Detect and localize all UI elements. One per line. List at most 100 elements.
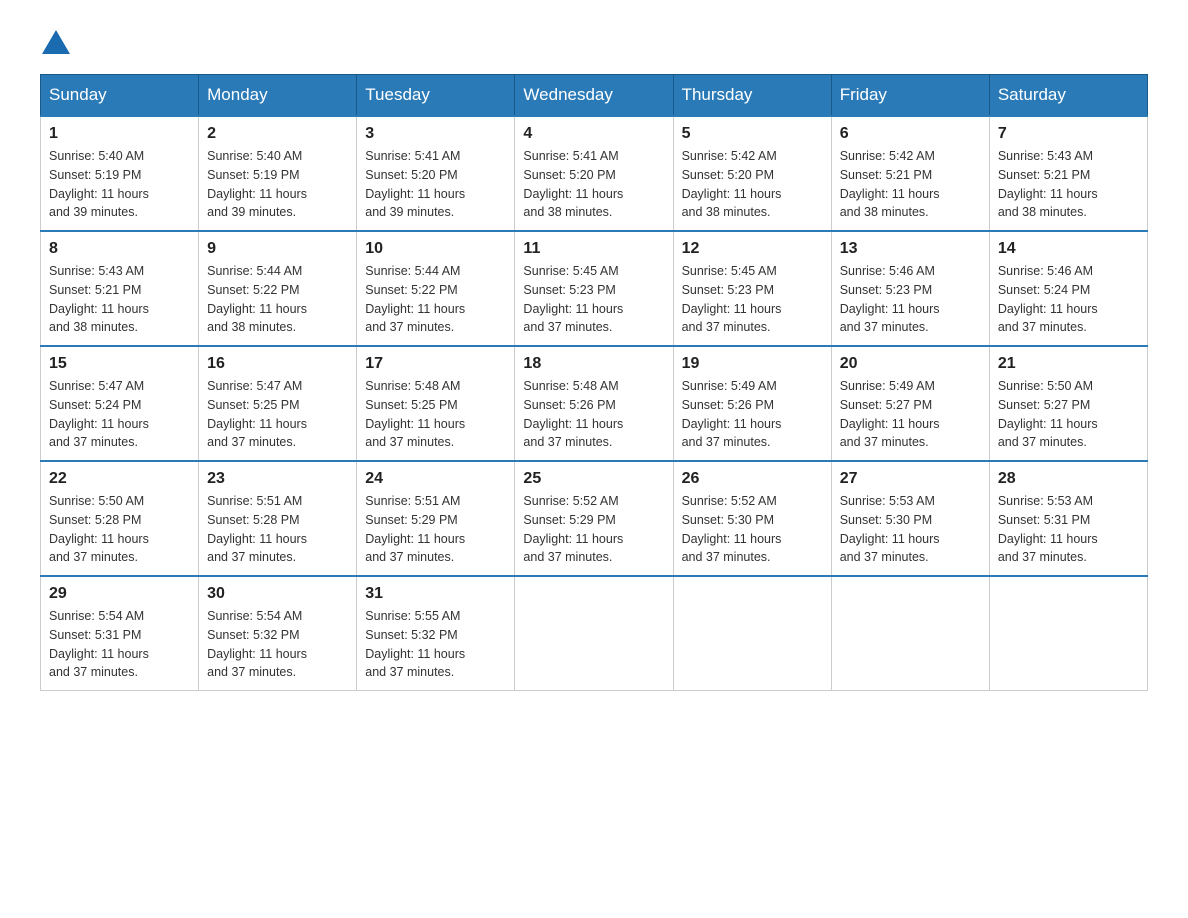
day-number: 12 <box>682 240 823 258</box>
day-number: 11 <box>523 240 664 258</box>
calendar-cell <box>989 576 1147 691</box>
calendar-cell: 13 Sunrise: 5:46 AM Sunset: 5:23 PM Dayl… <box>831 231 989 346</box>
day-number: 14 <box>998 240 1139 258</box>
calendar-cell: 2 Sunrise: 5:40 AM Sunset: 5:19 PM Dayli… <box>199 116 357 231</box>
calendar-cell: 14 Sunrise: 5:46 AM Sunset: 5:24 PM Dayl… <box>989 231 1147 346</box>
page-header <box>40 30 1148 54</box>
day-info: Sunrise: 5:45 AM Sunset: 5:23 PM Dayligh… <box>523 262 664 337</box>
calendar-cell: 1 Sunrise: 5:40 AM Sunset: 5:19 PM Dayli… <box>41 116 199 231</box>
calendar-week-row: 22 Sunrise: 5:50 AM Sunset: 5:28 PM Dayl… <box>41 461 1148 576</box>
calendar-cell: 15 Sunrise: 5:47 AM Sunset: 5:24 PM Dayl… <box>41 346 199 461</box>
day-info: Sunrise: 5:51 AM Sunset: 5:28 PM Dayligh… <box>207 492 348 567</box>
day-info: Sunrise: 5:44 AM Sunset: 5:22 PM Dayligh… <box>365 262 506 337</box>
calendar-cell: 22 Sunrise: 5:50 AM Sunset: 5:28 PM Dayl… <box>41 461 199 576</box>
logo <box>40 30 72 54</box>
day-info: Sunrise: 5:49 AM Sunset: 5:27 PM Dayligh… <box>840 377 981 452</box>
day-number: 16 <box>207 355 348 373</box>
day-number: 20 <box>840 355 981 373</box>
day-info: Sunrise: 5:53 AM Sunset: 5:30 PM Dayligh… <box>840 492 981 567</box>
calendar-cell: 9 Sunrise: 5:44 AM Sunset: 5:22 PM Dayli… <box>199 231 357 346</box>
calendar-cell: 3 Sunrise: 5:41 AM Sunset: 5:20 PM Dayli… <box>357 116 515 231</box>
day-info: Sunrise: 5:41 AM Sunset: 5:20 PM Dayligh… <box>365 147 506 222</box>
day-info: Sunrise: 5:48 AM Sunset: 5:25 PM Dayligh… <box>365 377 506 452</box>
day-number: 4 <box>523 125 664 143</box>
day-number: 23 <box>207 470 348 488</box>
day-number: 31 <box>365 585 506 603</box>
day-info: Sunrise: 5:43 AM Sunset: 5:21 PM Dayligh… <box>998 147 1139 222</box>
day-number: 28 <box>998 470 1139 488</box>
col-header-saturday: Saturday <box>989 75 1147 117</box>
calendar-cell: 4 Sunrise: 5:41 AM Sunset: 5:20 PM Dayli… <box>515 116 673 231</box>
calendar-header-row: SundayMondayTuesdayWednesdayThursdayFrid… <box>41 75 1148 117</box>
day-number: 13 <box>840 240 981 258</box>
calendar-week-row: 1 Sunrise: 5:40 AM Sunset: 5:19 PM Dayli… <box>41 116 1148 231</box>
calendar-cell: 19 Sunrise: 5:49 AM Sunset: 5:26 PM Dayl… <box>673 346 831 461</box>
day-number: 2 <box>207 125 348 143</box>
day-info: Sunrise: 5:54 AM Sunset: 5:32 PM Dayligh… <box>207 607 348 682</box>
calendar-cell <box>515 576 673 691</box>
calendar-cell <box>673 576 831 691</box>
calendar-table: SundayMondayTuesdayWednesdayThursdayFrid… <box>40 74 1148 691</box>
day-number: 6 <box>840 125 981 143</box>
col-header-wednesday: Wednesday <box>515 75 673 117</box>
calendar-cell: 26 Sunrise: 5:52 AM Sunset: 5:30 PM Dayl… <box>673 461 831 576</box>
day-info: Sunrise: 5:41 AM Sunset: 5:20 PM Dayligh… <box>523 147 664 222</box>
day-info: Sunrise: 5:54 AM Sunset: 5:31 PM Dayligh… <box>49 607 190 682</box>
day-info: Sunrise: 5:49 AM Sunset: 5:26 PM Dayligh… <box>682 377 823 452</box>
calendar-cell: 29 Sunrise: 5:54 AM Sunset: 5:31 PM Dayl… <box>41 576 199 691</box>
calendar-cell: 27 Sunrise: 5:53 AM Sunset: 5:30 PM Dayl… <box>831 461 989 576</box>
day-info: Sunrise: 5:42 AM Sunset: 5:21 PM Dayligh… <box>840 147 981 222</box>
day-info: Sunrise: 5:46 AM Sunset: 5:24 PM Dayligh… <box>998 262 1139 337</box>
day-number: 17 <box>365 355 506 373</box>
day-number: 18 <box>523 355 664 373</box>
calendar-week-row: 15 Sunrise: 5:47 AM Sunset: 5:24 PM Dayl… <box>41 346 1148 461</box>
day-info: Sunrise: 5:47 AM Sunset: 5:24 PM Dayligh… <box>49 377 190 452</box>
calendar-cell: 8 Sunrise: 5:43 AM Sunset: 5:21 PM Dayli… <box>41 231 199 346</box>
day-info: Sunrise: 5:45 AM Sunset: 5:23 PM Dayligh… <box>682 262 823 337</box>
calendar-cell: 30 Sunrise: 5:54 AM Sunset: 5:32 PM Dayl… <box>199 576 357 691</box>
day-info: Sunrise: 5:47 AM Sunset: 5:25 PM Dayligh… <box>207 377 348 452</box>
calendar-cell: 6 Sunrise: 5:42 AM Sunset: 5:21 PM Dayli… <box>831 116 989 231</box>
day-number: 9 <box>207 240 348 258</box>
day-number: 3 <box>365 125 506 143</box>
day-number: 1 <box>49 125 190 143</box>
logo-triangle-icon <box>42 30 70 54</box>
calendar-cell: 7 Sunrise: 5:43 AM Sunset: 5:21 PM Dayli… <box>989 116 1147 231</box>
calendar-cell: 28 Sunrise: 5:53 AM Sunset: 5:31 PM Dayl… <box>989 461 1147 576</box>
calendar-cell: 21 Sunrise: 5:50 AM Sunset: 5:27 PM Dayl… <box>989 346 1147 461</box>
day-info: Sunrise: 5:44 AM Sunset: 5:22 PM Dayligh… <box>207 262 348 337</box>
calendar-cell <box>831 576 989 691</box>
day-info: Sunrise: 5:53 AM Sunset: 5:31 PM Dayligh… <box>998 492 1139 567</box>
day-info: Sunrise: 5:43 AM Sunset: 5:21 PM Dayligh… <box>49 262 190 337</box>
day-number: 24 <box>365 470 506 488</box>
calendar-cell: 24 Sunrise: 5:51 AM Sunset: 5:29 PM Dayl… <box>357 461 515 576</box>
day-number: 10 <box>365 240 506 258</box>
calendar-cell: 23 Sunrise: 5:51 AM Sunset: 5:28 PM Dayl… <box>199 461 357 576</box>
calendar-cell: 10 Sunrise: 5:44 AM Sunset: 5:22 PM Dayl… <box>357 231 515 346</box>
day-number: 7 <box>998 125 1139 143</box>
day-number: 30 <box>207 585 348 603</box>
day-info: Sunrise: 5:55 AM Sunset: 5:32 PM Dayligh… <box>365 607 506 682</box>
day-number: 26 <box>682 470 823 488</box>
day-info: Sunrise: 5:52 AM Sunset: 5:29 PM Dayligh… <box>523 492 664 567</box>
calendar-cell: 17 Sunrise: 5:48 AM Sunset: 5:25 PM Dayl… <box>357 346 515 461</box>
day-number: 25 <box>523 470 664 488</box>
day-number: 8 <box>49 240 190 258</box>
col-header-tuesday: Tuesday <box>357 75 515 117</box>
day-info: Sunrise: 5:46 AM Sunset: 5:23 PM Dayligh… <box>840 262 981 337</box>
calendar-week-row: 29 Sunrise: 5:54 AM Sunset: 5:31 PM Dayl… <box>41 576 1148 691</box>
day-info: Sunrise: 5:50 AM Sunset: 5:27 PM Dayligh… <box>998 377 1139 452</box>
col-header-sunday: Sunday <box>41 75 199 117</box>
day-number: 27 <box>840 470 981 488</box>
calendar-week-row: 8 Sunrise: 5:43 AM Sunset: 5:21 PM Dayli… <box>41 231 1148 346</box>
day-info: Sunrise: 5:40 AM Sunset: 5:19 PM Dayligh… <box>207 147 348 222</box>
col-header-friday: Friday <box>831 75 989 117</box>
calendar-cell: 25 Sunrise: 5:52 AM Sunset: 5:29 PM Dayl… <box>515 461 673 576</box>
calendar-cell: 11 Sunrise: 5:45 AM Sunset: 5:23 PM Dayl… <box>515 231 673 346</box>
calendar-cell: 16 Sunrise: 5:47 AM Sunset: 5:25 PM Dayl… <box>199 346 357 461</box>
day-number: 15 <box>49 355 190 373</box>
day-number: 22 <box>49 470 190 488</box>
day-number: 5 <box>682 125 823 143</box>
day-info: Sunrise: 5:48 AM Sunset: 5:26 PM Dayligh… <box>523 377 664 452</box>
day-info: Sunrise: 5:40 AM Sunset: 5:19 PM Dayligh… <box>49 147 190 222</box>
